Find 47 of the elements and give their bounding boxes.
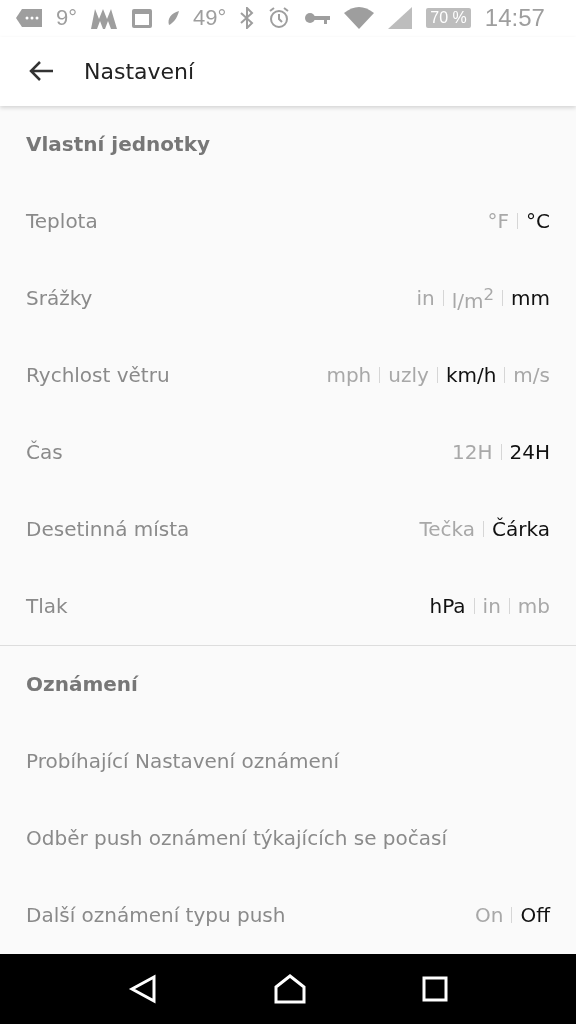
unit-option[interactable]: in bbox=[416, 286, 435, 311]
section-header: Vlastní jednotky bbox=[25, 131, 211, 159]
temperature-text: 9° bbox=[56, 5, 78, 32]
unit-option[interactable]: °C bbox=[526, 209, 550, 234]
tag-icon bbox=[16, 9, 42, 28]
setting-label: Čas bbox=[26, 440, 63, 465]
unit-option[interactable]: Čárka bbox=[492, 517, 550, 542]
bluetooth-icon bbox=[240, 7, 255, 30]
unit-option[interactable]: mb bbox=[517, 594, 550, 619]
app-icon bbox=[91, 7, 118, 30]
alarm-icon bbox=[268, 7, 291, 30]
unit-option[interactable]: 12H bbox=[452, 440, 493, 465]
key-icon bbox=[304, 11, 331, 26]
unit-option[interactable]: Tečka bbox=[419, 517, 476, 542]
setting-label: Další oznámení typu push bbox=[26, 903, 286, 928]
unit-option[interactable]: mm bbox=[511, 286, 550, 311]
back-icon[interactable] bbox=[127, 974, 158, 1004]
unit-option[interactable]: l/m$^{2}$ bbox=[451, 284, 495, 313]
unit-option[interactable]: °F bbox=[487, 209, 510, 234]
signal-icon bbox=[388, 7, 413, 30]
screen-title: Nastavení bbox=[84, 58, 195, 84]
home-icon[interactable] bbox=[273, 974, 307, 1004]
setting-label: Rychlost větru bbox=[26, 363, 170, 388]
unit-option[interactable]: On bbox=[475, 903, 504, 928]
unit-option[interactable]: in bbox=[482, 594, 501, 619]
setting-label: Teplota bbox=[26, 209, 98, 234]
setting-label[interactable]: Odběr push oznámení týkajících se počasí bbox=[26, 826, 447, 851]
section-header: Oznámení bbox=[25, 671, 140, 699]
unit-option[interactable]: Off bbox=[520, 903, 550, 928]
wifi-icon bbox=[344, 7, 375, 30]
clock-text: 14:57 bbox=[484, 4, 545, 33]
unit-option[interactable]: uzly bbox=[388, 363, 429, 388]
temperature-text: 49° bbox=[193, 5, 227, 32]
calendar-icon bbox=[131, 7, 154, 30]
setting-label: Desetinná místa bbox=[26, 517, 190, 542]
unit-option[interactable]: mph bbox=[326, 363, 372, 388]
battery-indicator: 70 % bbox=[426, 8, 471, 29]
back-arrow-icon[interactable] bbox=[28, 60, 54, 83]
unit-option[interactable]: km/h bbox=[445, 363, 497, 388]
leaf-icon bbox=[167, 11, 180, 26]
setting-label: Tlak bbox=[26, 594, 68, 619]
setting-label: Srážky bbox=[26, 286, 93, 311]
unit-option[interactable]: hPa bbox=[429, 594, 466, 619]
unit-option[interactable]: 24H bbox=[509, 440, 550, 465]
overview-icon[interactable] bbox=[422, 976, 449, 1002]
setting-label[interactable]: Probíhající Nastavení oznámení bbox=[26, 749, 340, 774]
unit-option[interactable]: m/s bbox=[513, 363, 550, 388]
